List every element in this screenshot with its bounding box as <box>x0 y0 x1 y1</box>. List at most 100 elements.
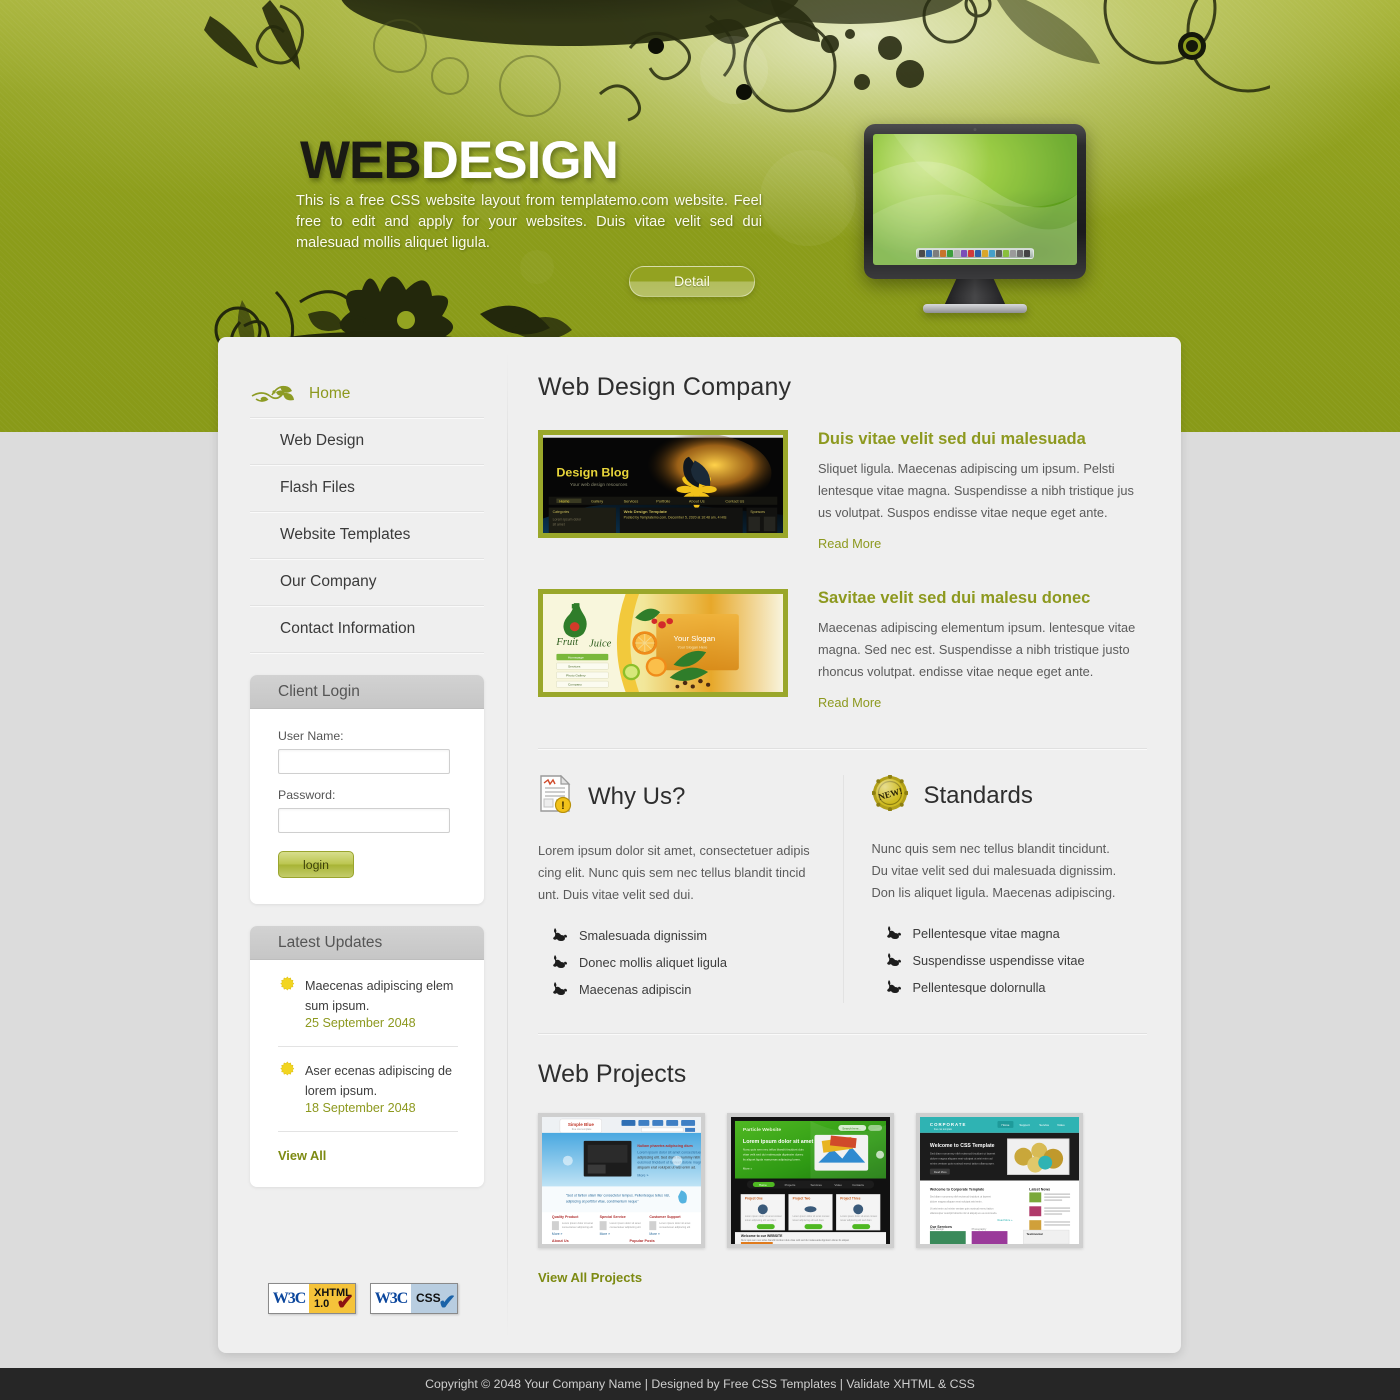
svg-text:Welcome to CSS Template: Welcome to CSS Template <box>930 1143 995 1149</box>
svg-text:Lorem ipsum dolor sit amet con: Lorem ipsum dolor sit amet consec <box>793 1215 831 1218</box>
article-thumbnail-fruit-juice[interactable]: Your Slogan Your Slogan Here Fruit Juice <box>538 589 788 697</box>
read-more-link[interactable]: Read More <box>818 695 881 710</box>
sidebar-link-flash-files[interactable]: Flash Files <box>250 465 484 511</box>
svg-text:Your Slogan Here: Your Slogan Here <box>677 646 707 650</box>
password-label: Password: <box>278 788 336 802</box>
svg-text:Sed diam nonummy nibh euismod: Sed diam nonummy nibh euismod tincidunt … <box>930 1194 991 1198</box>
list-item: Pellentesque dolornulla <box>872 974 1120 1001</box>
sidebar-item-our-company[interactable]: Our Company <box>250 559 484 606</box>
svg-text:dolore magna aliquam erat volu: dolore magna aliquam erat volutpat wisi … <box>930 1199 983 1203</box>
project-thumbnail-particle-website[interactable]: Particle Website Search here... Lorem ip… <box>727 1113 894 1248</box>
update-text: Maecenas adipiscing elem sum ipsum. <box>305 979 454 1013</box>
svg-text:adipiscing at porttitor vitae,: adipiscing at porttitor vitae, condiment… <box>566 1199 639 1203</box>
svg-text:Nunc quis sem nec tellus bland: Nunc quis sem nec tellus blandit tincidu… <box>743 1148 804 1152</box>
svg-text:Juice: Juice <box>589 639 612 650</box>
standards-text: Nunc quis sem nec tellus blandit tincidu… <box>871 841 1117 900</box>
password-input[interactable] <box>278 808 450 833</box>
dot-decoration <box>648 38 664 54</box>
svg-text:Particle Website: Particle Website <box>743 1127 781 1133</box>
w3c-xhtml-badge[interactable]: W3C XHTML 1.0 ✔ <box>268 1283 356 1314</box>
monitor-stand-neck <box>944 276 1006 306</box>
footer-copyright-text: Copyright © 2048 Your Company Name | Des… <box>425 1377 975 1391</box>
sidebar-link-contact-information[interactable]: Contact Information <box>250 606 484 652</box>
view-all-projects-link[interactable]: View All Projects <box>538 1270 642 1285</box>
article-thumbnail-design-blog[interactable]: Design Blog Your web design resources Ho… <box>538 430 788 538</box>
project-thumbnail-simple-blue[interactable]: Simple Blue free css template Nullam pha… <box>538 1113 705 1248</box>
svg-text:Categories: Categories <box>553 510 570 514</box>
view-all-updates-link[interactable]: View All <box>278 1148 326 1163</box>
sidebar-item-flash-files[interactable]: Flash Files <box>250 465 484 512</box>
svg-text:More »: More » <box>552 1232 563 1236</box>
svg-text:Services: Services <box>624 500 639 504</box>
sidebar-item-website-templates[interactable]: Website Templates <box>250 512 484 559</box>
sidebar-item-web-design[interactable]: Web Design <box>250 418 484 465</box>
bullet-icon <box>886 979 902 996</box>
sidebar-item-label: Web Design <box>280 432 365 449</box>
list-item-label: Pellentesque dolornulla <box>912 980 1046 995</box>
svg-text:More »: More » <box>637 1174 648 1178</box>
svg-text:Welcome to our WEBSITE: Welcome to our WEBSITE <box>741 1234 783 1238</box>
detail-button[interactable]: Detail <box>629 266 755 297</box>
username-input[interactable] <box>278 749 450 774</box>
sidebar-item-contact-information[interactable]: Contact Information <box>250 606 484 653</box>
svg-text:Photography: Photography <box>972 1227 987 1231</box>
svg-text:Support: Support <box>1019 1123 1030 1127</box>
why-us-header: ! Why Us? <box>538 774 815 818</box>
w3c-css-badge[interactable]: W3C CSS ✔ <box>370 1283 458 1314</box>
svg-text:CORPORATE: CORPORATE <box>930 1122 966 1127</box>
list-item-label: Smalesuada dignissim <box>579 928 708 943</box>
svg-text:Posted by Templatemo.com, Dece: Posted by Templatemo.com, December 5, 20… <box>624 516 727 520</box>
sidebar-link-website-templates[interactable]: Website Templates <box>250 512 484 558</box>
update-date: 25 September 2048 <box>305 1016 416 1030</box>
projects-gallery: Simple Blue free css template Nullam pha… <box>538 1113 1147 1248</box>
monitor-screen <box>873 134 1077 265</box>
article-title: Duis vitae velit sed dui malesuada <box>818 430 1086 448</box>
sidebar-link-our-company[interactable]: Our Company <box>250 559 484 605</box>
article-text: Sliquet ligula. Maecenas adipiscing um i… <box>818 461 1134 520</box>
why-us-column: ! Why Us? Lorem ipsum dolor sit amet, co… <box>538 774 843 1003</box>
svg-text:Projects: Projects <box>785 1183 796 1187</box>
svg-text:Gallery: Gallery <box>591 500 603 504</box>
update-item: Aser ecenas adipiscing de lorem ipsum. 1… <box>278 1047 458 1132</box>
latest-updates-box: Latest Updates Maecenas adipiscing elem … <box>250 926 484 1187</box>
why-us-text: Lorem ipsum dolor sit amet, consectetuer… <box>538 843 810 902</box>
svg-text:Service: Service <box>1039 1123 1049 1127</box>
bullet-icon <box>886 925 902 942</box>
article-body: Savitae velit sed dui malesu donec Maece… <box>818 589 1147 712</box>
svg-text:Portfolio: Portfolio <box>656 500 670 504</box>
thumb-caption-text: Design Blog <box>556 466 629 480</box>
document-alert-icon: ! <box>538 774 572 818</box>
svg-text:About Us: About Us <box>689 500 705 504</box>
bullet-icon <box>552 927 568 944</box>
leaf-vine-icon <box>250 383 300 405</box>
bokeh-circle <box>760 150 856 246</box>
list-item-label: Pellentesque vitae magna <box>912 926 1060 941</box>
update-text: Aser ecenas adipiscing de lorem ipsum. <box>305 1064 453 1098</box>
svg-text:"Sed ut fartion utiam liter co: "Sed ut fartion utiam liter consectetur … <box>566 1193 670 1197</box>
list-item: Donec mollis aliquet ligula <box>538 949 815 976</box>
section-divider <box>538 748 1147 749</box>
svg-text:tetuer adipiscing elit sed dia: tetuer adipiscing elit sed diam <box>840 1219 871 1222</box>
read-more-link[interactable]: Read More <box>818 536 881 551</box>
sidebar-link-web-design[interactable]: Web Design <box>250 418 484 464</box>
svg-text:Search here...: Search here... <box>842 1127 861 1131</box>
svg-text:Welcome to Corporate Template: Welcome to Corporate Template <box>930 1187 984 1191</box>
svg-text:Lorem ipsum dolor sit amet: Lorem ipsum dolor sit amet <box>659 1221 690 1225</box>
svg-text:Home: Home <box>559 500 569 504</box>
hero-description: This is a free CSS website layout from t… <box>296 193 762 251</box>
w3c-logo: W3C <box>269 1284 309 1313</box>
sidebar-link-home[interactable]: Home <box>250 371 484 417</box>
w3c-badges: W3C XHTML 1.0 ✔ W3C CSS ✔ <box>268 1283 458 1314</box>
svg-text:Lorem ipsum dolor sit amet con: Lorem ipsum dolor sit amet consec <box>745 1215 783 1218</box>
sidebar-item-home[interactable]: Home <box>250 371 484 418</box>
login-button[interactable]: login <box>278 851 354 878</box>
svg-text:Fruit: Fruit <box>555 637 579 648</box>
svg-text:Contacts: Contacts <box>852 1183 864 1187</box>
sidebar-item-label: Contact Information <box>280 620 416 637</box>
bullet-icon <box>886 952 902 969</box>
svg-text:Lorem ipsum dolor sit amet con: Lorem ipsum dolor sit amet consec <box>840 1215 878 1218</box>
project-thumbnail-corporate[interactable]: CORPORATE free css template Home Support… <box>916 1113 1083 1248</box>
bullet-icon <box>552 954 568 971</box>
hero-title: WEBDESIGN <box>300 130 619 191</box>
monitor-stand-base <box>923 304 1027 313</box>
